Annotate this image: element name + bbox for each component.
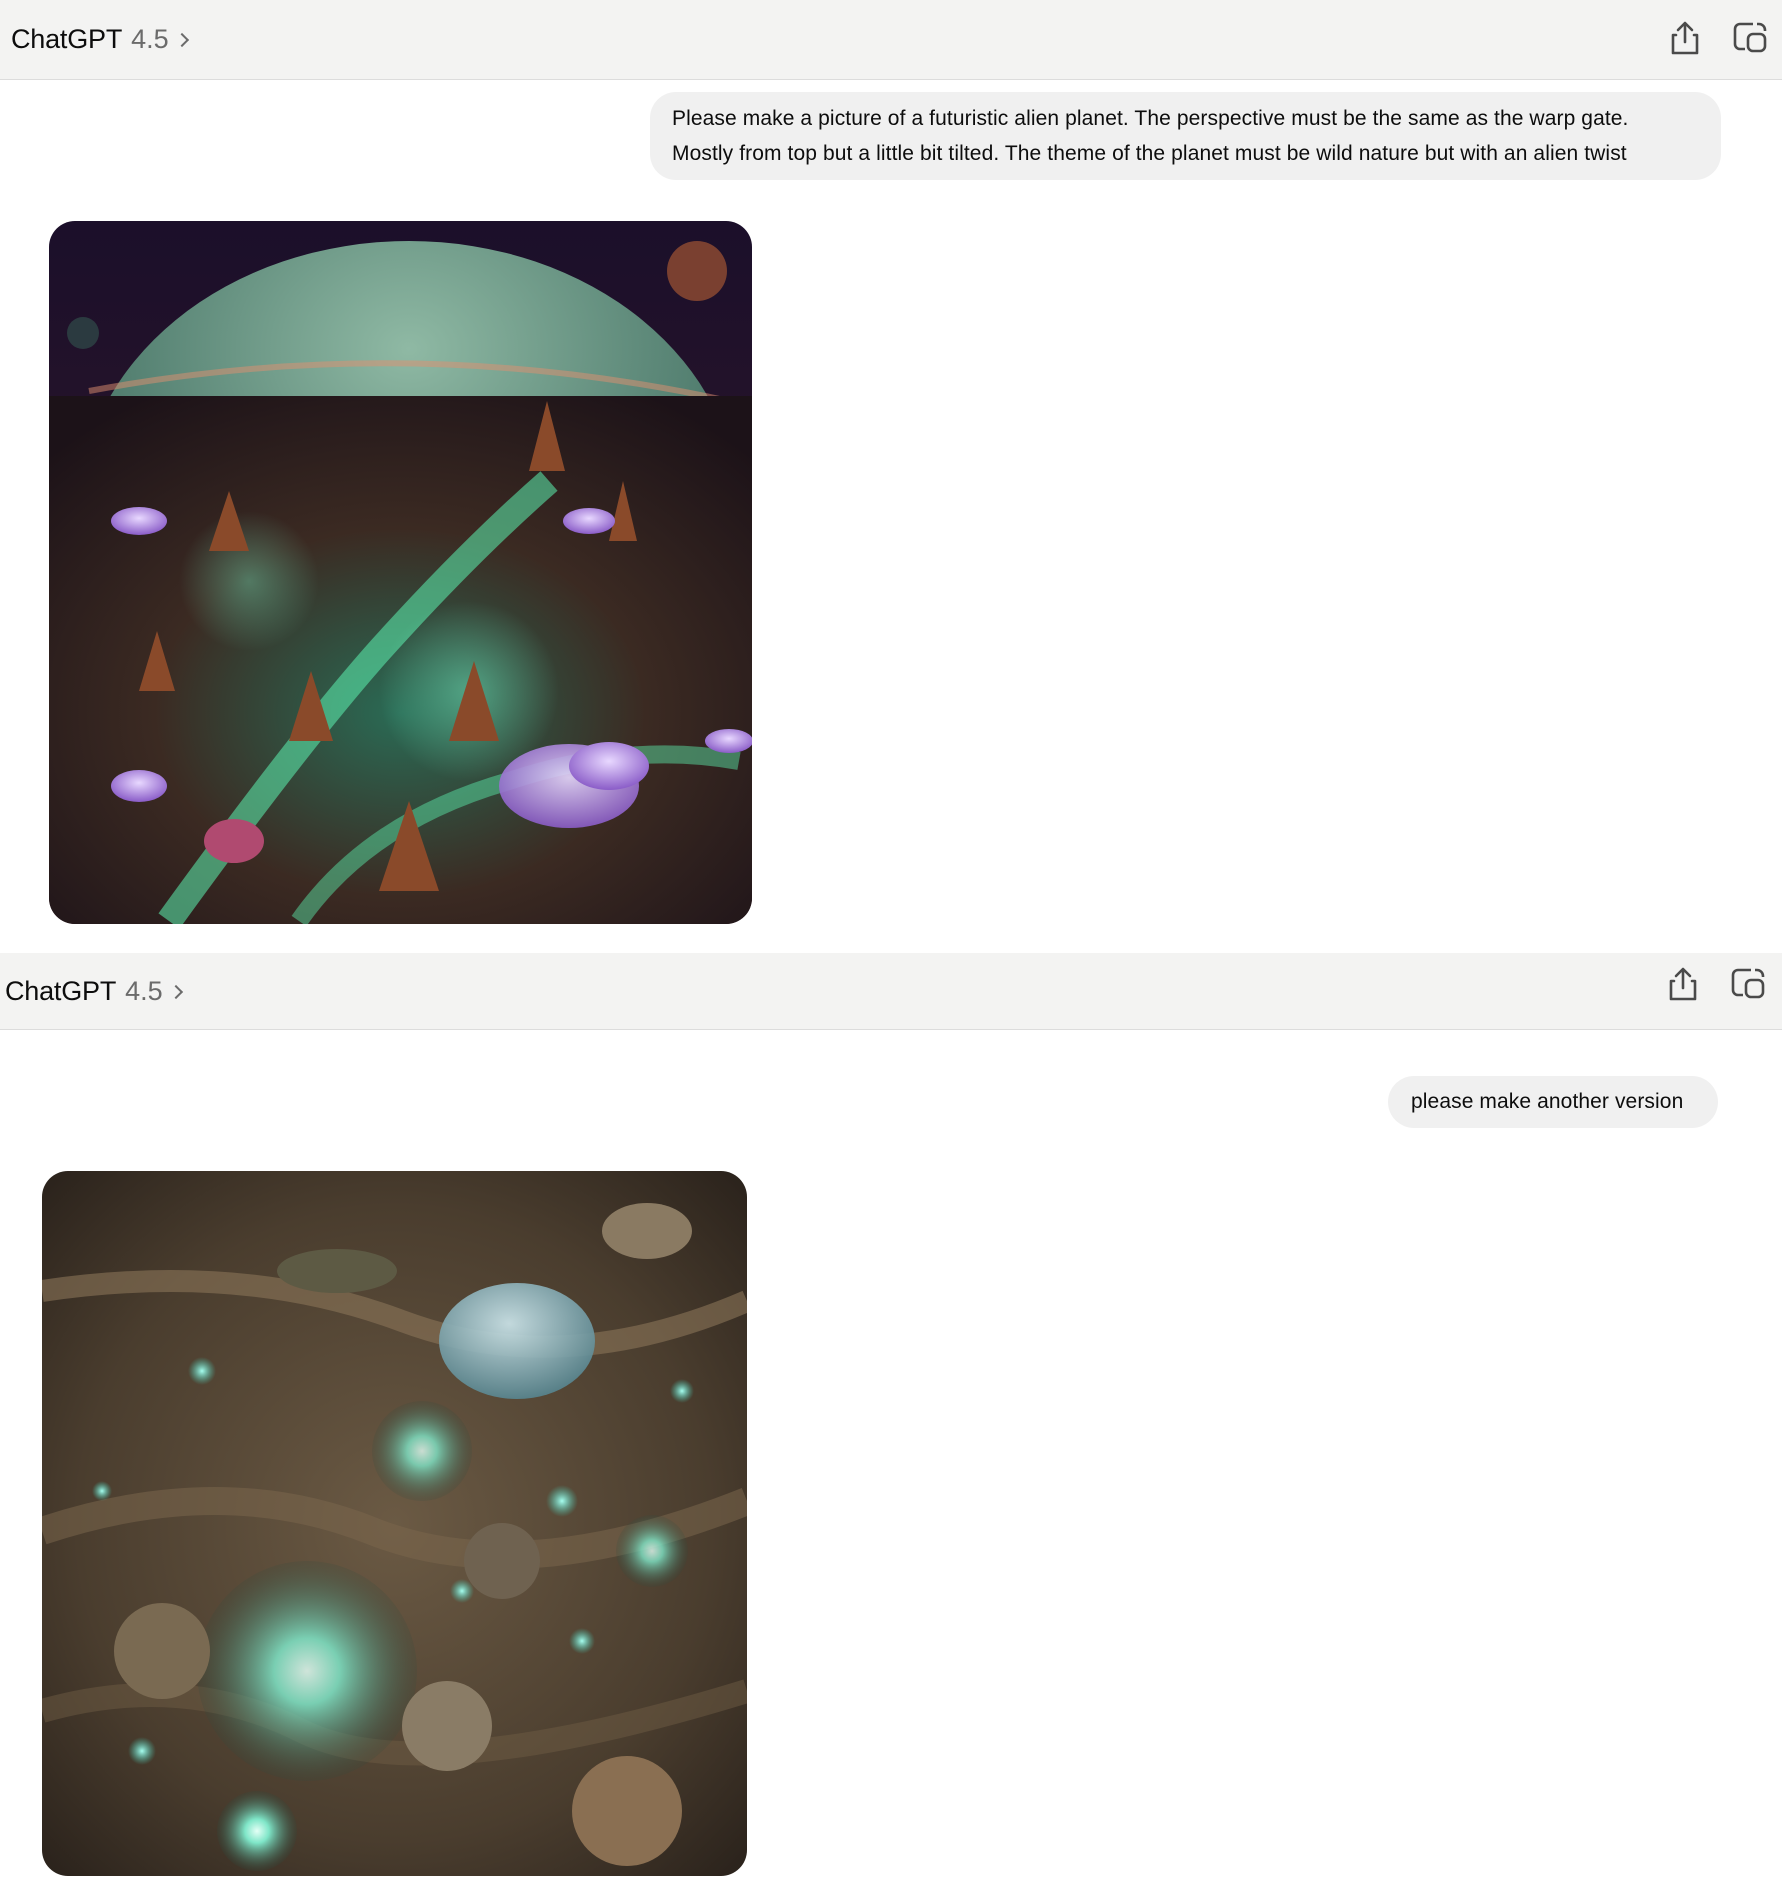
generated-image[interactable] xyxy=(42,1171,747,1876)
model-selector[interactable]: ChatGPT 4.5 xyxy=(5,953,183,1029)
new-chat-button[interactable] xyxy=(1728,16,1772,60)
model-version: 4.5 xyxy=(125,975,163,1006)
app-name: ChatGPT xyxy=(5,975,117,1006)
second-header: ChatGPT 4.5 xyxy=(0,953,1782,1030)
app-name: ChatGPT xyxy=(11,24,123,54)
message-line: Mostly from top but a little bit tilted.… xyxy=(672,142,1627,165)
model-selector[interactable]: ChatGPT 4.5 xyxy=(11,0,189,79)
share-icon xyxy=(1669,967,1697,1001)
share-icon xyxy=(1671,21,1699,55)
new-chat-icon xyxy=(1731,968,1765,999)
model-version: 4.5 xyxy=(131,24,169,54)
chevron-right-icon xyxy=(168,984,183,999)
alien-terrain-image xyxy=(42,1171,747,1876)
chevron-right-icon xyxy=(174,32,189,48)
share-button[interactable] xyxy=(1663,16,1707,60)
new-chat-button[interactable] xyxy=(1726,962,1770,1006)
alien-planet-image xyxy=(49,221,752,924)
user-message: Please make a picture of a futuristic al… xyxy=(650,92,1721,180)
generated-image[interactable] xyxy=(49,221,752,924)
top-header: ChatGPT 4.5 xyxy=(0,0,1782,80)
user-message: please make another version xyxy=(1388,1076,1718,1128)
new-chat-icon xyxy=(1733,22,1767,53)
share-button[interactable] xyxy=(1661,962,1705,1006)
chat-screen: ChatGPT 4.5 Please make a picture of a f… xyxy=(0,0,1782,1886)
message-line: Please make a picture of a futuristic al… xyxy=(672,107,1629,130)
